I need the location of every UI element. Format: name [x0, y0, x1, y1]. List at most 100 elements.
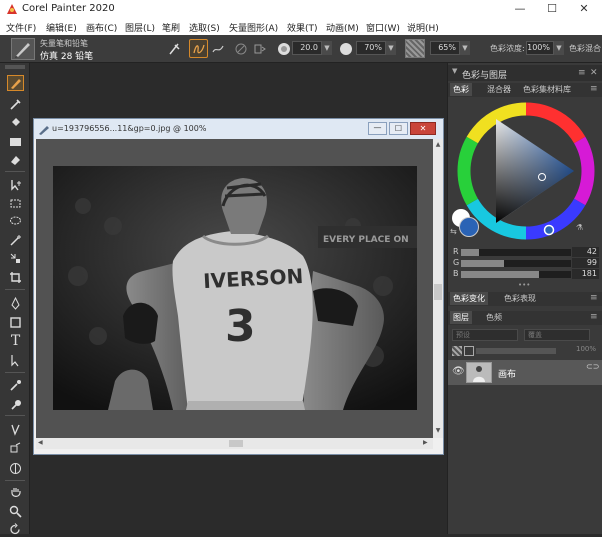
minimize-button[interactable]: —: [505, 0, 535, 19]
red-slider[interactable]: [461, 249, 571, 256]
blend-mode-select[interactable]: 预设: [452, 329, 518, 341]
brush-preview-icon[interactable]: [11, 38, 35, 60]
composite-method-select[interactable]: 覆盖: [524, 329, 590, 341]
magic-wand-tool-icon[interactable]: [7, 232, 24, 248]
lasso-tool-icon[interactable]: [7, 213, 24, 229]
color-concentration-dropdown-icon[interactable]: ▼: [554, 41, 564, 55]
eye-icon[interactable]: 👁: [452, 366, 465, 377]
panel-close-icon[interactable]: ✕: [590, 68, 598, 78]
brush-stroke-icon[interactable]: [165, 39, 184, 58]
size-input[interactable]: 20.0: [292, 41, 322, 55]
doc-maximize-button[interactable]: ☐: [389, 122, 408, 135]
document-title-bar[interactable]: u=193796556...11&gp=0.jpg @ 100% — ☐ ✕: [34, 119, 443, 139]
preserve-transparency-icon[interactable]: [452, 346, 462, 356]
scroll-left-icon[interactable]: ◀: [38, 438, 46, 448]
layer-tabs-menu-icon[interactable]: ≡: [590, 312, 598, 322]
rectangular-selection-tool-icon[interactable]: [7, 195, 24, 211]
stroke-attributes-icon[interactable]: [231, 39, 250, 58]
straight-line-stroke-icon[interactable]: [208, 39, 227, 58]
menu-effects[interactable]: 效果(T): [287, 21, 318, 34]
menu-brushes[interactable]: 笔刷: [162, 21, 180, 34]
menu-layers[interactable]: 图层(L): [125, 21, 155, 34]
rubber-stamp-tool-icon[interactable]: [7, 396, 24, 412]
brush-category-label[interactable]: 矢量笔和铅笔: [40, 38, 88, 49]
tab-mixer[interactable]: 混合器: [484, 83, 514, 96]
menu-edit[interactable]: 编辑(E): [46, 21, 77, 34]
red-input[interactable]: 42: [572, 247, 599, 257]
layer-opacity-value[interactable]: 100%: [566, 345, 596, 356]
dab-preview-icon[interactable]: [250, 39, 269, 58]
tab-channels[interactable]: 色频: [483, 311, 505, 324]
hue-selector[interactable]: [543, 224, 555, 236]
tab-color-expression[interactable]: 色彩表现: [501, 292, 539, 305]
color-layer-panel-header[interactable]: ▼ 色彩与图层 ≡ ✕: [448, 65, 602, 81]
layer-link-icon[interactable]: ⊂⊃: [586, 362, 599, 371]
layer-item-canvas[interactable]: 👁 画布 ⊂⊃: [448, 360, 602, 385]
menu-window[interactable]: 窗口(W): [366, 21, 400, 34]
rectangle-fill-tool-icon[interactable]: [7, 133, 24, 149]
canvas-photo[interactable]: EVERY PLACE ON IVERSON 3: [53, 166, 417, 410]
grain-input[interactable]: 65%: [430, 41, 460, 55]
layer-opacity-slider[interactable]: [476, 348, 556, 354]
opacity-input[interactable]: 70%: [356, 41, 386, 55]
swap-colors-icon[interactable]: ⇆: [450, 227, 457, 236]
layer-adjuster-tool-icon[interactable]: [7, 176, 24, 192]
horizontal-scroll-thumb[interactable]: [229, 440, 243, 447]
doc-close-button[interactable]: ✕: [410, 122, 436, 135]
doc-minimize-button[interactable]: —: [368, 122, 387, 135]
blue-slider[interactable]: [461, 271, 571, 278]
crop-tool-icon[interactable]: [7, 269, 24, 285]
cloner-tool-icon[interactable]: [7, 377, 24, 393]
menu-select[interactable]: 选取(S): [189, 21, 220, 34]
vertical-scroll-thumb[interactable]: [434, 284, 442, 300]
pen-tool-icon[interactable]: [7, 295, 24, 311]
rectangular-shape-tool-icon[interactable]: [7, 314, 24, 330]
collapse-triangle-icon[interactable]: ▼: [452, 67, 457, 75]
menu-help[interactable]: 说明(H): [407, 21, 439, 34]
horizontal-scrollbar[interactable]: ◀ ▶: [36, 438, 433, 449]
divine-proportion-tool-icon[interactable]: [7, 460, 24, 476]
toolbox-grip[interactable]: [5, 65, 25, 69]
menu-file[interactable]: 文件(F): [6, 21, 36, 34]
menu-shapes[interactable]: 矢量图形(A): [229, 21, 278, 34]
scroll-down-icon[interactable]: ▼: [434, 427, 442, 435]
menu-canvas[interactable]: 画布(C): [86, 21, 117, 34]
main-color-swatch[interactable]: [459, 217, 479, 237]
maximize-button[interactable]: ☐: [537, 0, 567, 19]
tab-color-variability[interactable]: 色彩变化: [450, 292, 488, 305]
brush-variant-label[interactable]: 仿真 28 铅笔: [40, 49, 93, 62]
tab-color-sets[interactable]: 色彩集材料库: [520, 83, 574, 96]
menu-movie[interactable]: 动画(M): [326, 21, 359, 34]
brush-tool-icon[interactable]: [7, 75, 24, 91]
dropper-tool-icon[interactable]: [7, 96, 24, 112]
close-button[interactable]: ✕: [569, 0, 599, 19]
grabber-hand-tool-icon[interactable]: [7, 484, 24, 500]
color-concentration-input[interactable]: 100%: [526, 41, 554, 55]
grain-dropdown-icon[interactable]: ▼: [460, 41, 470, 55]
vertical-scrollbar[interactable]: ▲ ▼: [433, 139, 443, 438]
scroll-up-icon[interactable]: ▲: [434, 141, 442, 149]
rotate-page-tool-icon[interactable]: [7, 521, 24, 537]
magnifier-tool-icon[interactable]: [7, 503, 24, 519]
pick-up-underlying-color-icon[interactable]: [464, 346, 474, 356]
opacity-dropdown-icon[interactable]: ▼: [386, 41, 396, 55]
dodge-tool-icon[interactable]: [7, 421, 24, 437]
text-tool-icon[interactable]: T: [7, 333, 24, 349]
paint-bucket-tool-icon[interactable]: [7, 114, 24, 130]
tab-color[interactable]: 色彩: [450, 83, 472, 96]
color-variability-icon[interactable]: ⚗: [576, 223, 583, 232]
transform-tool-icon[interactable]: [7, 250, 24, 266]
green-input[interactable]: 99: [572, 258, 599, 268]
freehand-stroke-icon[interactable]: [189, 39, 208, 58]
tabs-menu-icon[interactable]: ≡: [590, 84, 598, 94]
blue-input[interactable]: 181: [572, 269, 599, 279]
panel-resize-dots[interactable]: •••: [518, 281, 530, 289]
eraser-tool-icon[interactable]: [7, 151, 24, 167]
size-dropdown-icon[interactable]: ▼: [322, 41, 332, 55]
tab-layers[interactable]: 图层: [450, 311, 472, 324]
panel-menu-icon[interactable]: ≡: [578, 68, 586, 78]
mirror-tool-icon[interactable]: [7, 440, 24, 456]
document-canvas-area[interactable]: EVERY PLACE ON IVERSON 3: [36, 139, 433, 438]
scroll-right-icon[interactable]: ▶: [423, 438, 431, 448]
shape-selection-tool-icon[interactable]: [7, 352, 24, 368]
